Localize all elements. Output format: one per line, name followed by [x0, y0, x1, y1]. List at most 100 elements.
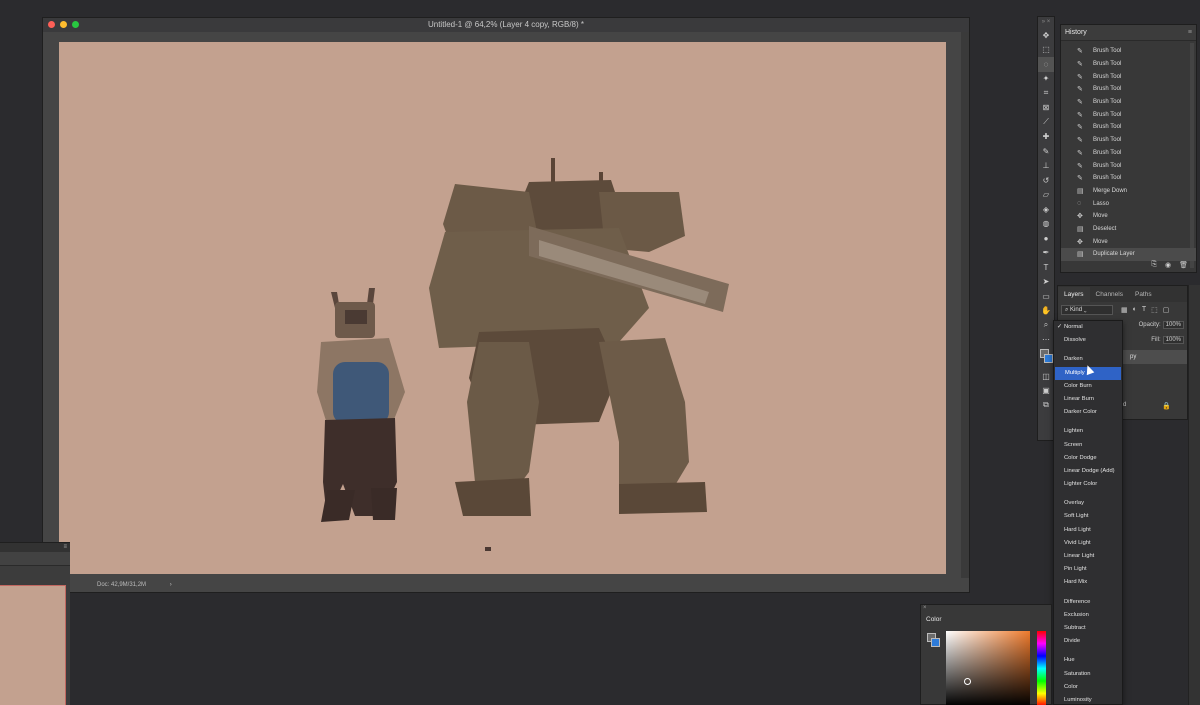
- artwork-canvas[interactable]: [59, 42, 946, 574]
- status-menu-arrow[interactable]: ›: [170, 582, 172, 588]
- pixel-filter-icon[interactable]: ▦: [1121, 306, 1128, 314]
- history-item[interactable]: ✥ Move: [1061, 210, 1196, 223]
- panel-menu-icon[interactable]: ≡: [63, 544, 67, 550]
- more-icon[interactable]: ⋯: [1038, 333, 1054, 348]
- minimize-window-button[interactable]: [60, 21, 67, 28]
- blur-icon[interactable]: ◍: [1038, 217, 1054, 232]
- maximize-window-button[interactable]: [72, 21, 79, 28]
- blend-mode-dissolve[interactable]: Dissolve: [1054, 334, 1122, 347]
- history-item[interactable]: ✎ Brush Tool: [1061, 172, 1196, 185]
- eyedropper-icon[interactable]: ⟋: [1038, 115, 1054, 130]
- history-item[interactable]: ✎ Brush Tool: [1061, 159, 1196, 172]
- blend-mode-hard-light[interactable]: Hard Light: [1054, 524, 1122, 537]
- blend-mode-linear-light[interactable]: Linear Light: [1054, 550, 1122, 563]
- blend-mode-dropdown[interactable]: ✓ Normal Dissolve Darken Multiply Color B…: [1053, 320, 1123, 705]
- lock-icon[interactable]: 🔒: [1162, 402, 1171, 410]
- type-filter-icon[interactable]: T: [1142, 306, 1146, 314]
- blend-mode-screen[interactable]: Screen: [1054, 439, 1122, 452]
- blend-mode-hard-mix[interactable]: Hard Mix: [1054, 576, 1122, 589]
- document-window[interactable]: Untitled-1 @ 64,2% (Layer 4 copy, RGB/8)…: [42, 17, 970, 593]
- saturation-brightness-field[interactable]: [946, 631, 1030, 705]
- history-item[interactable]: ✎ Brush Tool: [1061, 58, 1196, 71]
- brush-icon[interactable]: ✎: [1038, 144, 1054, 159]
- smart-object-filter-icon[interactable]: ▢: [1163, 306, 1170, 314]
- stamp-icon[interactable]: ⊥: [1038, 159, 1054, 174]
- background-color-swatch[interactable]: [1044, 354, 1053, 363]
- hue-slider[interactable]: [1037, 631, 1046, 705]
- history-item[interactable]: ✎ Brush Tool: [1061, 147, 1196, 160]
- tab-layers[interactable]: Layers: [1058, 287, 1090, 302]
- path-select-icon[interactable]: ➤: [1038, 275, 1054, 290]
- opacity-input[interactable]: 100%: [1162, 320, 1184, 329]
- history-item[interactable]: ◌ Lasso: [1061, 197, 1196, 210]
- blend-mode-subtract[interactable]: Subtract: [1054, 622, 1122, 635]
- color-picker-ring[interactable]: [964, 678, 971, 685]
- blend-mode-color[interactable]: Color: [1054, 681, 1122, 694]
- blend-mode-luminosity[interactable]: Luminosity: [1054, 694, 1122, 705]
- blend-mode-exclusion[interactable]: Exclusion: [1054, 609, 1122, 622]
- document-scrollbar[interactable]: [961, 32, 969, 578]
- blend-mode-linear-burn[interactable]: Linear Burn: [1054, 393, 1122, 406]
- frame-icon[interactable]: ⊠: [1038, 101, 1054, 116]
- history-item[interactable]: ✎ Brush Tool: [1061, 96, 1196, 109]
- blend-mode-lighten[interactable]: Lighten: [1054, 425, 1122, 438]
- artboard-icon[interactable]: ⧉: [1038, 398, 1054, 413]
- color-swatches[interactable]: [1038, 347, 1054, 369]
- history-item[interactable]: ▤ Merge Down: [1061, 185, 1196, 198]
- history-item[interactable]: ✎ Brush Tool: [1061, 70, 1196, 83]
- pen-icon[interactable]: ✒: [1038, 246, 1054, 261]
- close-icon[interactable]: ×: [923, 605, 927, 611]
- blend-mode-divide[interactable]: Divide: [1054, 635, 1122, 648]
- document-titlebar[interactable]: Untitled-1 @ 64,2% (Layer 4 copy, RGB/8)…: [43, 18, 969, 32]
- new-document-from-state-icon[interactable]: ⎘: [1151, 261, 1157, 269]
- adjustment-filter-icon[interactable]: ◐: [1133, 306, 1137, 314]
- marquee-icon[interactable]: ⬚: [1038, 43, 1054, 58]
- blend-mode-linear-dodge[interactable]: Linear Dodge (Add): [1054, 465, 1122, 478]
- blend-mode-pin-light[interactable]: Pin Light: [1054, 563, 1122, 576]
- snapshot-camera-icon[interactable]: ◉: [1165, 261, 1171, 269]
- blend-mode-difference[interactable]: Difference: [1054, 596, 1122, 609]
- healing-icon[interactable]: ✚: [1038, 130, 1054, 145]
- tools-panel-header[interactable]: » ×: [1038, 17, 1054, 28]
- dodge-icon[interactable]: ●: [1038, 231, 1054, 246]
- zoom-icon[interactable]: ⌕: [1038, 318, 1054, 333]
- history-brush-icon[interactable]: ↺: [1038, 173, 1054, 188]
- blend-mode-lighter-color[interactable]: Lighter Color: [1054, 478, 1122, 491]
- hand-icon[interactable]: ✋: [1038, 304, 1054, 319]
- opacity-control[interactable]: Opacity: 100%: [1139, 320, 1184, 329]
- history-item[interactable]: ✥ Move: [1061, 235, 1196, 248]
- tab-paths[interactable]: Paths: [1129, 291, 1158, 302]
- fill-input[interactable]: 100%: [1162, 335, 1184, 344]
- blend-mode-color-burn[interactable]: Color Burn: [1054, 380, 1122, 393]
- secondary-document-window[interactable]: ≡: [0, 542, 70, 705]
- trash-icon[interactable]: 🗑: [1179, 261, 1188, 269]
- history-item[interactable]: ✎ Brush Tool: [1061, 108, 1196, 121]
- history-panel-header[interactable]: History ≡: [1061, 25, 1196, 41]
- history-item[interactable]: ✎ Brush Tool: [1061, 45, 1196, 58]
- move-icon[interactable]: ✥: [1038, 28, 1054, 43]
- bucket-icon[interactable]: ◈: [1038, 202, 1054, 217]
- blend-mode-darker-color[interactable]: Darker Color: [1054, 406, 1122, 419]
- blend-mode-normal[interactable]: ✓ Normal: [1054, 321, 1122, 334]
- blend-mode-overlay[interactable]: Overlay: [1054, 497, 1122, 510]
- close-window-button[interactable]: [48, 21, 55, 28]
- lasso-icon[interactable]: ◌: [1038, 57, 1054, 72]
- history-item[interactable]: ▤ Deselect: [1061, 223, 1196, 236]
- fill-control[interactable]: Fill: 100%: [1151, 335, 1184, 344]
- magic-wand-icon[interactable]: ✦: [1038, 72, 1054, 87]
- type-icon[interactable]: T: [1038, 260, 1054, 275]
- blend-mode-hue[interactable]: Hue: [1054, 654, 1122, 667]
- blend-mode-vivid-light[interactable]: Vivid Light: [1054, 537, 1122, 550]
- quick-mask-icon[interactable]: ◫: [1038, 369, 1054, 384]
- history-item[interactable]: ✎ Brush Tool: [1061, 83, 1196, 96]
- blend-mode-saturation[interactable]: Saturation: [1054, 668, 1122, 681]
- history-item[interactable]: ✎ Brush Tool: [1061, 134, 1196, 147]
- history-item[interactable]: ✎ Brush Tool: [1061, 121, 1196, 134]
- background-color-swatch[interactable]: [931, 638, 940, 647]
- history-panel-menu-icon[interactable]: ≡: [1188, 29, 1192, 36]
- rectangle-icon[interactable]: ▭: [1038, 289, 1054, 304]
- secondary-canvas[interactable]: [0, 585, 66, 705]
- screen-mode-icon[interactable]: ▣: [1038, 384, 1054, 399]
- blend-mode-soft-light[interactable]: Soft Light: [1054, 510, 1122, 523]
- tab-channels[interactable]: Channels: [1090, 291, 1129, 302]
